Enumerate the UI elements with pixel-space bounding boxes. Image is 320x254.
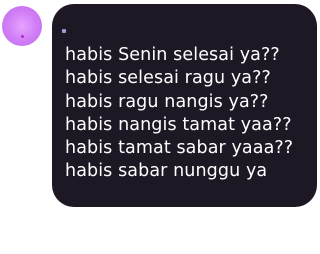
message-line: habis sabar nunggu ya [65, 161, 268, 182]
message-line: habis Senin selesai ya?? [65, 45, 280, 65]
chat-screenshot: habis Senin selesai ya?? habis selesai r… [0, 0, 320, 254]
message-bubble[interactable]: habis Senin selesai ya?? habis selesai r… [52, 4, 317, 207]
message-line: habis tamat sabar yaaa?? [65, 138, 294, 159]
message-text: habis Senin selesai ya?? habis selesai r… [65, 44, 293, 184]
message-line: habis ragu nangis ya?? [65, 91, 269, 112]
sender-avatar[interactable] [2, 6, 42, 46]
message-line: habis selesai ragu ya?? [65, 68, 271, 89]
message-line: habis nangis tamat yaa?? [65, 114, 292, 135]
avatar-dot [21, 35, 24, 38]
sender-name-placeholder [62, 29, 66, 33]
